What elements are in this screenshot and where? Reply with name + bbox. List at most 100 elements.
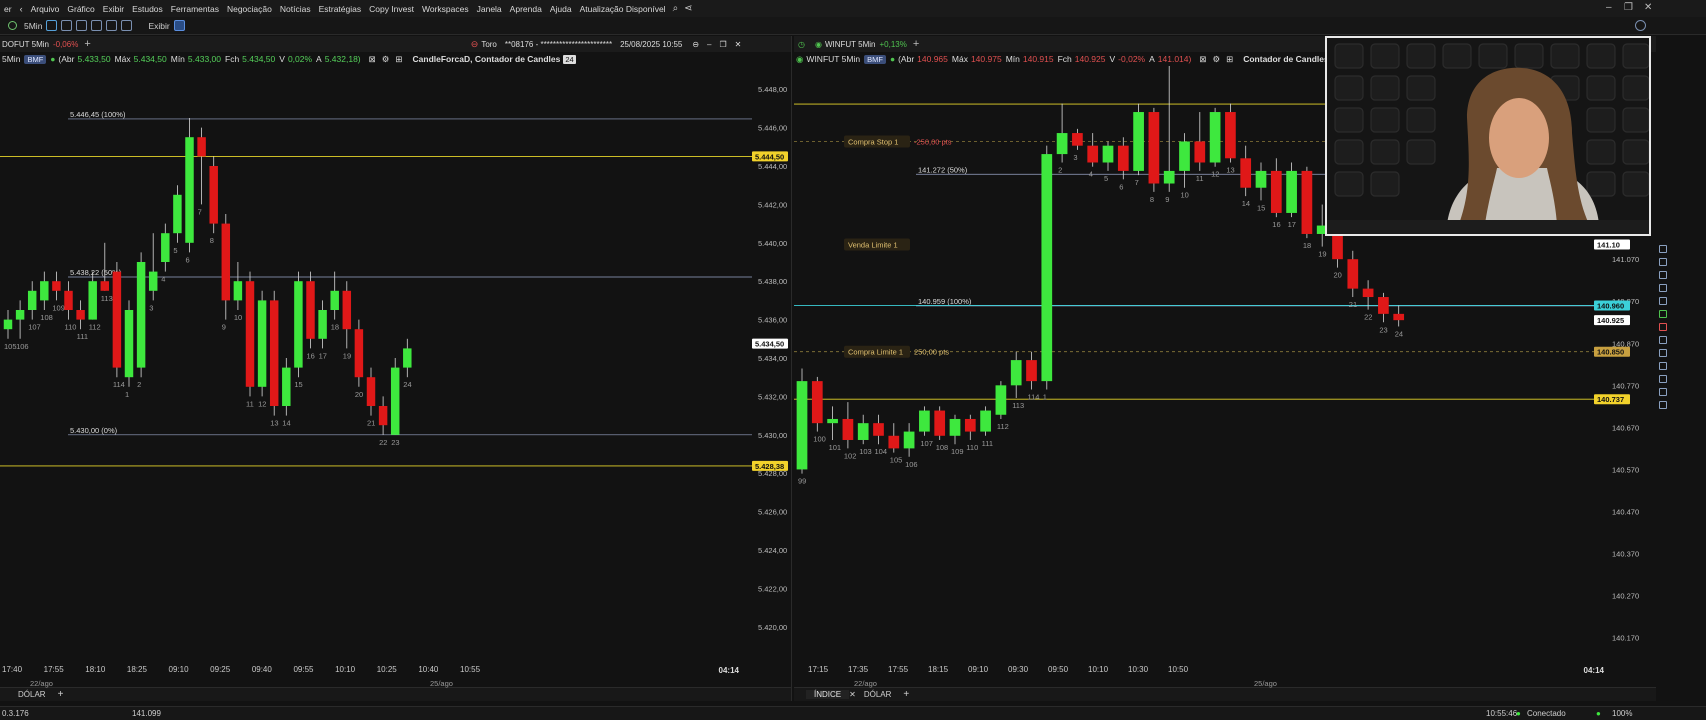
r-ohlc-abr: 140.965: [917, 54, 948, 64]
fibonacci-level-label: 140.959 (100%): [918, 297, 972, 306]
layout-icon[interactable]: [106, 20, 118, 31]
add-indicator-icon[interactable]: ⊞: [395, 54, 402, 65]
channel-tool-icon[interactable]: [1659, 336, 1667, 344]
buy-arrow-tool-icon[interactable]: [1659, 310, 1667, 318]
candle-count-label: 100: [813, 435, 826, 444]
menu-ferramentas[interactable]: Ferramentas: [167, 4, 223, 14]
left-candlestick-chart[interactable]: 5.448,00 5.446,00 5.444,00 5.442,00 5.440,00…: [0, 66, 792, 656]
candle-body: [1041, 154, 1053, 382]
crosshair-tool-icon[interactable]: [1659, 245, 1667, 253]
candle-body: [15, 310, 25, 320]
zoom-in-icon[interactable]: [61, 20, 73, 31]
menu-arquivo[interactable]: Arquivo: [27, 4, 64, 14]
candle-body: [1255, 170, 1267, 188]
menu-exibir[interactable]: Exibir: [99, 4, 128, 14]
sell-arrow-tool-icon[interactable]: [1659, 323, 1667, 331]
text-tool-icon[interactable]: [1659, 297, 1667, 305]
r-settings-icon[interactable]: ⚙: [1212, 54, 1220, 65]
menu-atualizacao[interactable]: Atualização Disponível: [576, 4, 670, 14]
settings-gear-icon[interactable]: [1634, 20, 1646, 31]
back-arrow-icon[interactable]: ‹: [16, 4, 27, 14]
share-icon[interactable]: ⋖: [681, 3, 695, 14]
add-chart-right-button[interactable]: +: [913, 38, 919, 50]
menu-copy-invest[interactable]: Copy Invest: [365, 4, 418, 14]
price-tag-label: 141.10: [1597, 240, 1620, 249]
zoom-out-icon[interactable]: [76, 20, 88, 31]
price-axis-label: 5.448,00: [758, 85, 787, 94]
template-icon[interactable]: [91, 20, 103, 31]
candle-body: [995, 385, 1007, 415]
horizontal-line-tool-icon[interactable]: [1659, 271, 1667, 279]
arrow-tool-icon[interactable]: [1659, 388, 1667, 396]
panel-minimize2-icon[interactable]: –: [707, 40, 711, 49]
candle-count-label: 19: [1318, 250, 1326, 259]
candle-count-label: 19: [343, 351, 351, 360]
chart-line-icon[interactable]: [46, 20, 58, 31]
candle-count-label: 8: [210, 236, 214, 245]
search-icon[interactable]: ⌕: [670, 3, 682, 14]
price-axis-label: 5.430,00: [758, 431, 787, 440]
lock-icon[interactable]: [121, 20, 133, 31]
zoom-level[interactable]: 100%: [1612, 709, 1632, 718]
add-tab-right-icon[interactable]: +: [903, 689, 909, 700]
candle-body: [403, 348, 412, 368]
left-chart-panel: DOFUT 5Min -0,06% + ⊖ Toro **08176 - ***…: [0, 36, 792, 701]
menu-aprenda[interactable]: Aprenda: [506, 4, 546, 14]
exibir-button[interactable]: Exibir: [148, 21, 169, 31]
candle-body: [209, 166, 218, 224]
eraser-tool-icon[interactable]: [1659, 401, 1667, 409]
time-axis-label: 17:40: [2, 665, 23, 674]
ohlc-v-label: V: [279, 54, 285, 64]
webcam-video-image: [1327, 38, 1649, 224]
minimize-icon[interactable]: –: [1606, 2, 1612, 13]
menu-negociacao[interactable]: Negociação: [223, 4, 276, 14]
menu-noticias[interactable]: Notícias: [276, 4, 315, 14]
menu-ajuda[interactable]: Ajuda: [546, 4, 576, 14]
grid-icon[interactable]: [173, 20, 185, 31]
add-chart-button[interactable]: +: [84, 38, 90, 50]
menu-estudos[interactable]: Estudos: [128, 4, 167, 14]
panel-minimize-icon[interactable]: ⊖: [692, 40, 699, 49]
date-label: 22/ago: [854, 679, 877, 688]
candle-count-label: 2: [1058, 165, 1062, 174]
tab-indice[interactable]: ÍNDICE: [806, 690, 850, 699]
candle-body: [173, 194, 182, 234]
ruler-tool-icon[interactable]: [1659, 349, 1667, 357]
trendline-tool-icon[interactable]: [1659, 258, 1667, 266]
r-indicator-menu-icon[interactable]: ⊠: [1199, 54, 1206, 65]
broker-name[interactable]: Toro: [481, 40, 497, 49]
menu-janela[interactable]: Janela: [473, 4, 506, 14]
candle-count-label: 110: [65, 323, 77, 332]
indicator-menu-icon[interactable]: ⊠: [369, 54, 376, 65]
tab-dolar-right[interactable]: DÓLAR: [856, 690, 900, 699]
time-axis-label: 18:10: [85, 665, 106, 674]
restore-icon[interactable]: ❐: [1624, 2, 1633, 13]
candle-body: [1378, 297, 1389, 314]
menu-workspaces[interactable]: Workspaces: [418, 4, 473, 14]
tab-dolar-left[interactable]: DÓLAR: [10, 690, 54, 699]
timeframe-button[interactable]: 5Min: [24, 21, 42, 31]
left-indicators[interactable]: CandleForcaD, Contador de Candles: [413, 54, 561, 64]
right-info-icon: ◉: [796, 53, 804, 64]
close-icon[interactable]: ✕: [1644, 2, 1652, 13]
rectangle-tool-icon[interactable]: [1659, 362, 1667, 370]
close-tab-icon[interactable]: ✕: [849, 690, 856, 699]
fibonacci-tool-icon[interactable]: [1659, 284, 1667, 292]
r-add-indicator-icon[interactable]: ⊞: [1226, 54, 1233, 65]
candle-body: [949, 418, 961, 436]
candle-count-label: 9: [222, 323, 226, 332]
candle-count-label: 112: [997, 422, 1009, 431]
panel-restore-icon[interactable]: ❐: [720, 40, 727, 49]
add-tab-icon[interactable]: +: [58, 689, 64, 700]
ellipse-tool-icon[interactable]: [1659, 375, 1667, 383]
menu-estrategias[interactable]: Estratégias: [315, 4, 366, 14]
candle-body: [1102, 145, 1114, 163]
candle-count-label: 109: [951, 447, 964, 456]
panel-close-icon[interactable]: ✕: [735, 40, 742, 49]
candle-count-label: 24: [403, 380, 411, 389]
candle-body: [161, 233, 170, 262]
candle-body: [318, 310, 327, 339]
settings-icon[interactable]: ⚙: [382, 54, 390, 65]
right-indicators[interactable]: Contador de Candles: [1243, 54, 1328, 64]
menu-grafico[interactable]: Gráfico: [63, 4, 98, 14]
